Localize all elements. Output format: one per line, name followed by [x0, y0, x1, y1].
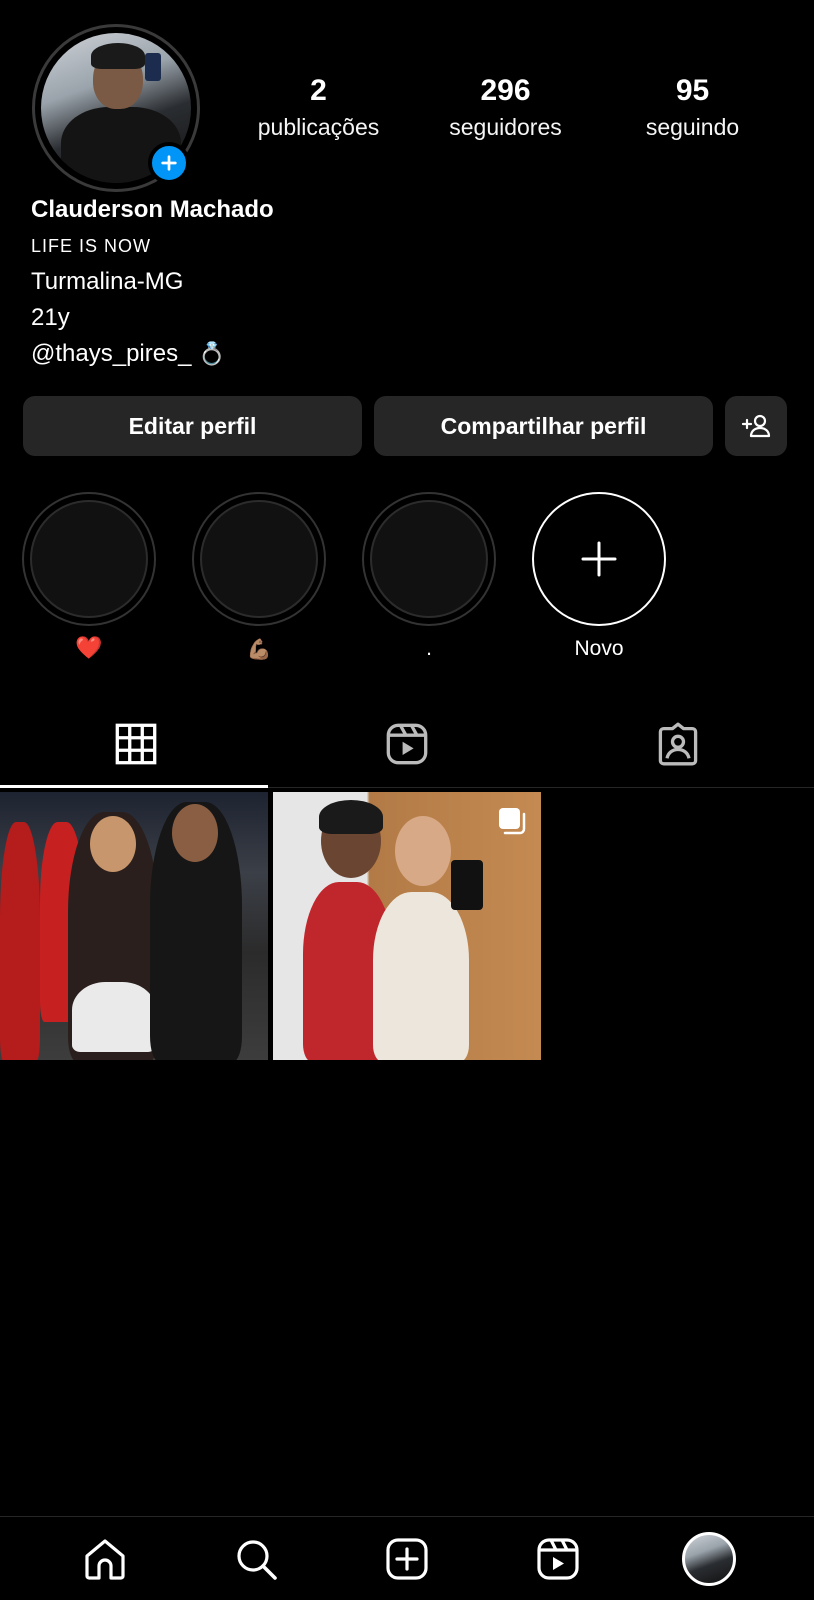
profile-bio: Clauderson Machado LIFE IS NOW Turmalina…	[31, 192, 771, 373]
tab-reels[interactable]	[271, 700, 542, 787]
heart-icon: ❤️	[75, 636, 103, 661]
story-highlights: ❤️ 💪🏽 . Novo	[22, 492, 666, 662]
reels-icon	[386, 723, 428, 764]
stat-followers[interactable]: 296 seguidores	[412, 72, 599, 144]
stat-label: seguidores	[449, 114, 562, 140]
nav-search[interactable]	[226, 1529, 286, 1589]
post-thumbnail[interactable]	[0, 792, 268, 1060]
stat-following[interactable]: 95 seguindo	[599, 72, 786, 144]
highlight-label: .	[426, 637, 432, 660]
add-person-icon	[741, 414, 771, 438]
nav-home[interactable]	[75, 1529, 135, 1589]
highlight-cover	[200, 500, 318, 618]
stat-label: seguindo	[645, 114, 740, 140]
search-icon	[237, 1539, 277, 1580]
edit-profile-button[interactable]: Editar perfil	[23, 396, 362, 456]
profile-actions: Editar perfil Compartilhar perfil	[23, 396, 787, 456]
profile-header: 2 publicações 296 seguidores 95 seguindo	[0, 0, 814, 200]
stat-value: 296	[480, 74, 531, 107]
bio-mention-line: @thays_pires_ 💍	[31, 336, 771, 373]
bio-mention-link[interactable]: @thays_pires_	[31, 340, 191, 367]
bio-location: Turmalina-MG	[31, 268, 184, 295]
ring-emoji: 💍	[198, 342, 226, 367]
highlight-label: ❤️	[22, 636, 156, 662]
bio-age: 21y	[31, 304, 70, 331]
grid-icon	[115, 723, 157, 764]
home-icon	[85, 1538, 125, 1580]
discover-people-button[interactable]	[725, 396, 787, 456]
bio-tagline: LIFE IS NOW	[31, 236, 152, 256]
highlight-item[interactable]: 💪🏽	[192, 492, 326, 662]
highlight-label: Novo	[574, 637, 624, 660]
reels-icon	[537, 1537, 579, 1580]
nav-create[interactable]	[377, 1529, 437, 1589]
add-story-icon[interactable]	[148, 142, 190, 184]
profile-avatar	[681, 1531, 736, 1586]
new-highlight[interactable]: Novo	[532, 492, 666, 662]
stat-value: 95	[675, 74, 710, 107]
tagged-person-icon	[659, 722, 698, 765]
posts-grid	[0, 792, 541, 1060]
bottom-navigation	[0, 1516, 814, 1600]
post-thumbnail[interactable]	[273, 792, 541, 1060]
highlight-item[interactable]: .	[362, 492, 496, 662]
profile-tabs	[0, 700, 814, 788]
highlight-cover	[30, 500, 148, 618]
plus-icon	[581, 541, 617, 577]
flexed-biceps-icon: 💪🏽	[246, 637, 272, 661]
share-profile-button[interactable]: Compartilhar perfil	[374, 396, 713, 456]
highlight-cover	[370, 500, 488, 618]
nav-reels[interactable]	[528, 1529, 588, 1589]
carousel-icon	[499, 808, 526, 835]
tab-tagged[interactable]	[543, 700, 814, 787]
highlight-label: 💪🏽	[192, 636, 326, 662]
stat-value: 2	[310, 74, 327, 107]
profile-name: Clauderson Machado	[31, 196, 274, 223]
tab-grid[interactable]	[0, 700, 271, 788]
create-post-icon	[386, 1537, 428, 1580]
stat-label: publicações	[257, 114, 380, 140]
nav-profile[interactable]	[679, 1529, 739, 1589]
stat-posts[interactable]: 2 publicações	[225, 72, 412, 144]
highlight-item[interactable]: ❤️	[22, 492, 156, 662]
profile-stats: 2 publicações 296 seguidores 95 seguindo	[225, 72, 805, 144]
